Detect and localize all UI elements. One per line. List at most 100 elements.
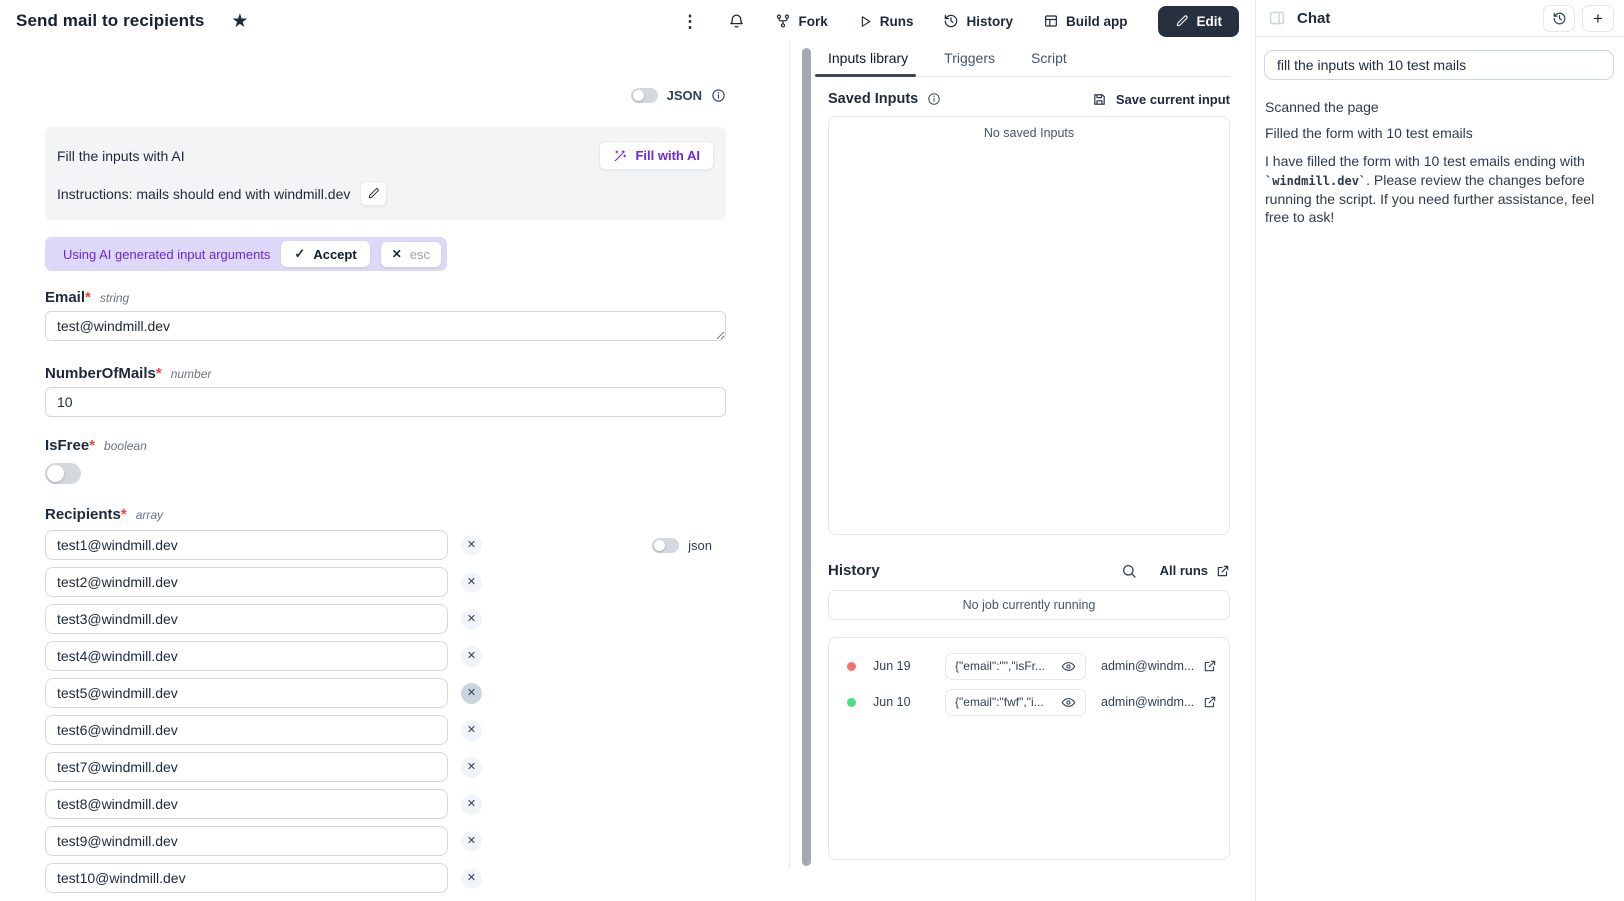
saved-inputs-title: Saved Inputs <box>828 91 918 107</box>
recipient-input[interactable] <box>45 826 448 856</box>
run-form: JSON Fill the inputs with AI Fill with A… <box>45 42 726 893</box>
chat-history-button[interactable] <box>1543 5 1575 32</box>
remove-recipient-button[interactable]: ✕ <box>461 794 482 815</box>
email-input[interactable]: test@windmill.dev <box>45 311 726 341</box>
eye-icon[interactable] <box>1061 695 1076 710</box>
plus-icon: + <box>1593 10 1603 27</box>
save-disk-icon <box>1092 92 1107 107</box>
remove-recipient-button[interactable]: ✕ <box>461 609 482 630</box>
fork-icon <box>775 13 791 29</box>
topbar: Send mail to recipients ★ ⋮ Fork Runs <box>0 0 1255 42</box>
accept-button[interactable]: ✓ Accept <box>281 241 369 267</box>
esc-label: esc <box>410 247 430 262</box>
panel-toggle-icon[interactable] <box>1268 9 1286 27</box>
recipient-row: ✕ <box>45 678 726 708</box>
more-menu-button[interactable]: ⋮ <box>681 13 698 30</box>
edit-instructions-button[interactable] <box>360 181 387 206</box>
recipient-row: ✕ <box>45 863 726 893</box>
recipient-input[interactable] <box>45 530 448 560</box>
fill-with-ai-button[interactable]: Fill with AI <box>599 141 714 170</box>
play-icon <box>858 14 873 29</box>
history-run-row[interactable]: Jun 10 {"email":"fwf","i... admin@windm.… <box>841 684 1217 720</box>
build-app-button[interactable]: Build app <box>1043 13 1128 29</box>
remove-recipient-button[interactable]: ✕ <box>461 646 482 667</box>
saved-inputs-box: No saved Inputs <box>828 116 1230 535</box>
json-view-toggle[interactable] <box>631 88 658 103</box>
remove-recipient-button[interactable]: ✕ <box>461 535 482 556</box>
number-of-mails-label: NumberOfMails* <box>45 365 162 382</box>
recipient-input[interactable] <box>45 715 448 745</box>
runs-button[interactable]: Runs <box>858 14 914 29</box>
recipient-input[interactable] <box>45 567 448 597</box>
chat-title: Chat <box>1297 10 1330 27</box>
recipient-input[interactable] <box>45 678 448 708</box>
external-link-icon <box>1216 564 1230 578</box>
info-icon[interactable] <box>711 88 726 103</box>
inline-code: `windmill.dev` <box>1265 174 1366 188</box>
dismiss-esc-button[interactable]: ✕ esc <box>381 242 441 267</box>
tab-inputs-library[interactable]: Inputs library <box>828 50 908 76</box>
new-chat-button[interactable]: + <box>1582 5 1614 32</box>
history-button[interactable]: History <box>943 13 1013 29</box>
save-current-input-button[interactable]: Save current input <box>1092 92 1230 107</box>
number-of-mails-input[interactable] <box>45 387 726 417</box>
tab-triggers[interactable]: Triggers <box>944 50 995 76</box>
number-of-mails-type: number <box>171 367 212 381</box>
save-current-input-label: Save current input <box>1116 92 1230 107</box>
recipients-json-toggle[interactable] <box>652 538 679 553</box>
runs-label: Runs <box>880 14 914 29</box>
fork-label: Fork <box>798 14 827 29</box>
recipient-input[interactable] <box>45 863 448 893</box>
remove-recipient-button[interactable]: ✕ <box>461 720 482 741</box>
fill-with-ai-label: Fill with AI <box>635 148 700 163</box>
recipient-input[interactable] <box>45 641 448 671</box>
history-restore-icon <box>1552 11 1567 26</box>
remove-recipient-button[interactable]: ✕ <box>461 757 482 778</box>
all-runs-link[interactable]: All runs <box>1160 563 1230 578</box>
recipient-input[interactable] <box>45 789 448 819</box>
open-run-button[interactable] <box>1203 695 1217 709</box>
recipient-input[interactable] <box>45 604 448 634</box>
eye-icon[interactable] <box>1061 659 1076 674</box>
recipients-list: json ✕ ✕ ✕ ✕ ✕ ✕ ✕ ✕ ✕ ✕ <box>45 530 726 893</box>
is-free-toggle[interactable] <box>45 463 81 484</box>
required-asterisk: * <box>85 289 91 306</box>
history-search-button[interactable] <box>1121 563 1137 579</box>
recipients-label: Recipients* <box>45 506 127 523</box>
external-link-icon <box>1203 659 1217 673</box>
remove-recipient-button[interactable]: ✕ <box>461 831 482 852</box>
chat-input[interactable] <box>1264 50 1614 80</box>
recipients-field-group: Recipients* array json ✕ ✕ ✕ ✕ ✕ ✕ ✕ <box>45 506 726 893</box>
fork-button[interactable]: Fork <box>775 13 827 29</box>
chat-status-message: Scanned the page <box>1265 99 1611 115</box>
history-runs-box: Jun 19 {"email":"","isFr... admin@windm.… <box>828 637 1230 860</box>
json-toggle-label: JSON <box>667 88 702 103</box>
close-icon: ✕ <box>392 247 402 261</box>
history-run-row[interactable]: Jun 19 {"email":"","isFr... admin@windm.… <box>841 648 1217 684</box>
pane-edge-line <box>789 42 790 868</box>
tab-script[interactable]: Script <box>1031 50 1067 76</box>
search-icon <box>1121 563 1137 579</box>
bell-icon <box>728 13 745 30</box>
recipient-input[interactable] <box>45 752 448 782</box>
grid-icon <box>1043 13 1059 29</box>
favorite-star-icon[interactable]: ★ <box>231 12 248 31</box>
ai-banner-text: Using AI generated input arguments <box>63 247 270 262</box>
history-clock-icon <box>943 13 959 29</box>
required-asterisk: * <box>89 437 95 454</box>
info-icon[interactable] <box>927 92 941 106</box>
kebab-icon: ⋮ <box>681 13 698 30</box>
run-args-pill[interactable]: {"email":"","isFr... <box>945 653 1086 680</box>
history-label: History <box>966 14 1013 29</box>
edit-button[interactable]: Edit <box>1158 6 1240 37</box>
run-args-pill[interactable]: {"email":"fwf","i... <box>945 689 1086 716</box>
pane-resize-handle[interactable] <box>802 48 811 866</box>
remove-recipient-button[interactable]: ✕ <box>461 868 482 889</box>
remove-recipient-button[interactable]: ✕ <box>461 572 482 593</box>
recipient-row: ✕ <box>45 715 726 745</box>
run-status-dot <box>847 662 856 671</box>
open-run-button[interactable] <box>1203 659 1217 673</box>
email-type: string <box>100 291 129 305</box>
remove-recipient-button[interactable]: ✕ <box>461 683 482 704</box>
notifications-button[interactable] <box>728 13 745 30</box>
